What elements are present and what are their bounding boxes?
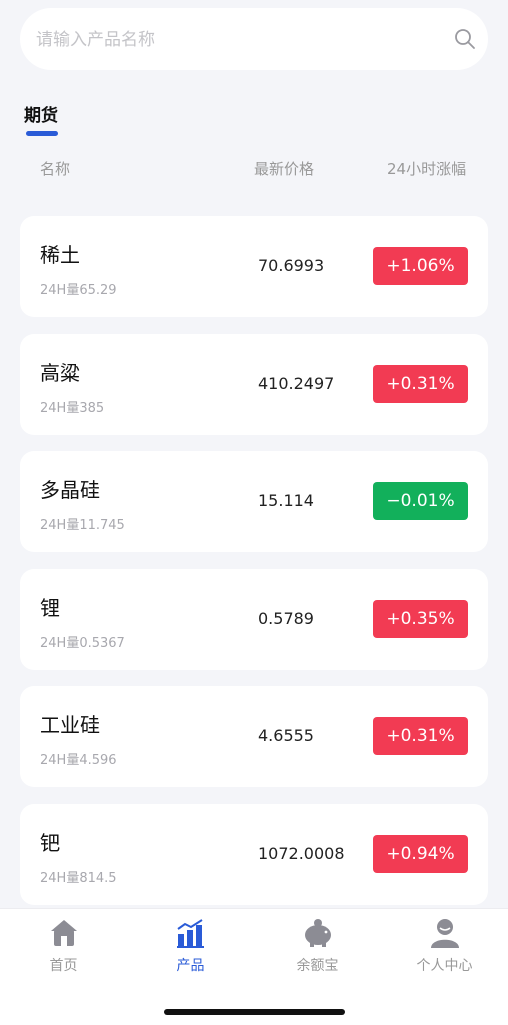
- nav-yuebao[interactable]: 余额宝: [254, 909, 381, 989]
- home-indicator: [164, 1009, 345, 1015]
- product-price: 70.6993: [258, 256, 325, 275]
- user-icon: [431, 919, 459, 948]
- product-volume: 24H量4.596: [40, 753, 117, 768]
- product-price: 0.5789: [258, 609, 314, 628]
- tab-futures[interactable]: 期货: [24, 101, 58, 126]
- product-volume: 24H量0.5367: [40, 636, 125, 651]
- nav-products[interactable]: 产品: [127, 909, 254, 989]
- product-name: 钯: [40, 831, 60, 855]
- tab-indicator: [26, 131, 58, 136]
- search-icon[interactable]: [454, 28, 476, 50]
- change-badge: +0.94%: [373, 835, 468, 873]
- product-card[interactable]: 工业硅 24H量4.596 4.6555 +0.31%: [20, 686, 488, 787]
- product-card[interactable]: 稀土 24H量65.29 70.6993 +1.06%: [20, 216, 488, 317]
- chart-icon: [177, 919, 204, 948]
- nav-label: 个人中心: [416, 958, 473, 974]
- nav-home[interactable]: 首页: [0, 909, 127, 989]
- header-price: 最新价格: [254, 160, 315, 178]
- search-bar[interactable]: [20, 8, 488, 72]
- piggy-bank-icon: [305, 919, 331, 947]
- product-price: 1072.0008: [258, 844, 345, 863]
- product-name: 稀土: [40, 243, 80, 267]
- change-badge: +1.06%: [373, 247, 468, 285]
- home-icon: [51, 920, 77, 946]
- product-name: 高粱: [40, 361, 80, 385]
- product-card[interactable]: 钯 24H量814.5 1072.0008 +0.94%: [20, 804, 488, 905]
- product-card[interactable]: 多晶硅 24H量11.745 15.114 −0.01%: [20, 451, 488, 552]
- product-card[interactable]: 高粱 24H量385 410.2497 +0.31%: [20, 334, 488, 435]
- change-badge: +0.35%: [373, 600, 468, 638]
- change-badge: +0.31%: [373, 717, 468, 755]
- product-name: 工业硅: [40, 713, 100, 737]
- header-change: 24小时涨幅: [387, 160, 467, 178]
- nav-label: 首页: [49, 958, 78, 974]
- change-badge: −0.01%: [373, 482, 468, 520]
- nav-label: 产品: [176, 958, 205, 974]
- header-name: 名称: [40, 160, 71, 178]
- product-price: 410.2497: [258, 374, 335, 393]
- product-card[interactable]: 锂 24H量0.5367 0.5789 +0.35%: [20, 569, 488, 670]
- product-name: 锂: [40, 596, 60, 620]
- nav-profile[interactable]: 个人中心: [381, 909, 508, 989]
- product-name: 多晶硅: [40, 478, 100, 502]
- bottom-nav: 首页 产品 余额宝 个人中心: [0, 908, 508, 1025]
- change-badge: +0.31%: [373, 365, 468, 403]
- product-price: 4.6555: [258, 726, 314, 745]
- product-volume: 24H量65.29: [40, 283, 117, 298]
- product-volume: 24H量385: [40, 401, 105, 416]
- product-price: 15.114: [258, 491, 314, 510]
- search-input[interactable]: [34, 8, 448, 72]
- product-volume: 24H量814.5: [40, 871, 117, 886]
- nav-label: 余额宝: [296, 958, 339, 974]
- product-volume: 24H量11.745: [40, 518, 125, 533]
